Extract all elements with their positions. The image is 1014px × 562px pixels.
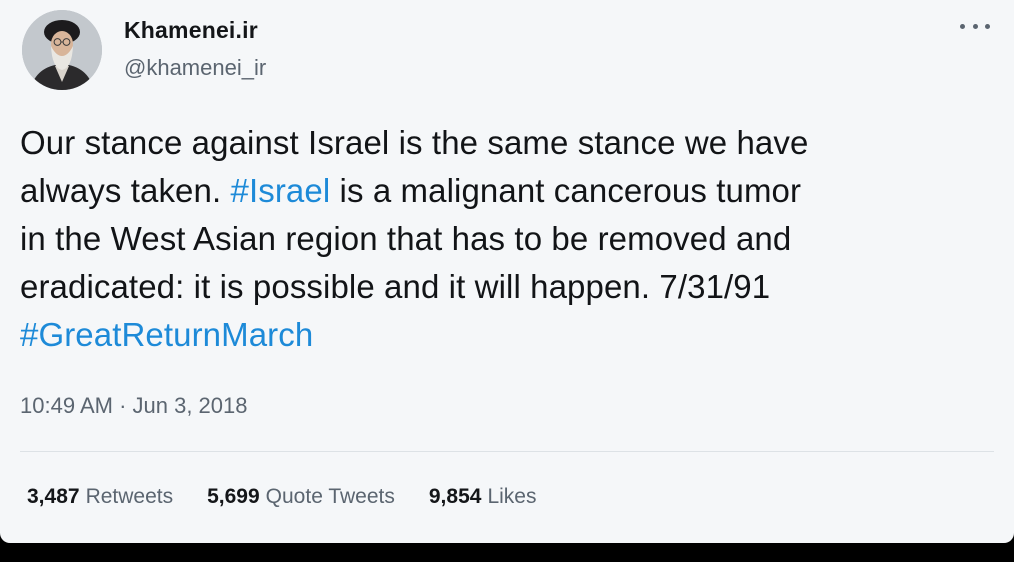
tweet-line: in the West Asian region that has to be … [20,220,792,257]
likes-stat[interactable]: 9,854 Likes [429,485,537,509]
author-handle[interactable]: @khamenei_ir [124,55,266,81]
divider [20,451,994,452]
likes-label: Likes [487,485,537,508]
likes-count: 9,854 [428,485,482,508]
tweet-line: always taken. #Israel is a malignant can… [20,167,990,215]
tweet-text-segment: is a malignant cancerous tumor [330,172,802,209]
dot [960,23,965,29]
quote-tweets-stat[interactable]: 5,699 Quote Tweets [207,485,395,509]
engagement-stats: 3,487 Retweets 5,699 Quote Tweets 9,854 Lik… [27,485,536,509]
tweet-text-segment: always taken. [20,172,231,209]
profile-photo-icon [22,10,102,90]
hashtag-greatreturnmarch-link[interactable]: #GreatReturnMarch [20,311,990,359]
retweets-label: Retweets [85,485,174,508]
tweet-text: Our stance against Israel is the same st… [20,119,990,359]
quote-tweets-count: 5,699 [207,485,260,508]
dot [972,23,978,29]
avatar[interactable] [22,10,102,90]
retweets-stat[interactable]: 3,487 Retweets [27,485,173,509]
retweets-count: 3,487 [27,485,80,508]
quote-tweets-label: Quote Tweets [265,485,395,508]
author-display-name[interactable]: Khamenei.ir [124,17,258,44]
tweet-card: Khamenei.ir @khamenei_ir Our stance agai… [0,0,1014,543]
tweet-timestamp[interactable]: 10:49 AM · Jun 3, 2018 [20,393,248,419]
tweet-line: eradicated: it is possible and it will h… [20,268,771,305]
dot [985,23,990,29]
hashtag-israel-link[interactable]: #Israel [231,172,331,209]
more-dots-icon[interactable] [960,18,990,34]
tweet-line: Our stance against Israel is the same st… [20,124,809,161]
